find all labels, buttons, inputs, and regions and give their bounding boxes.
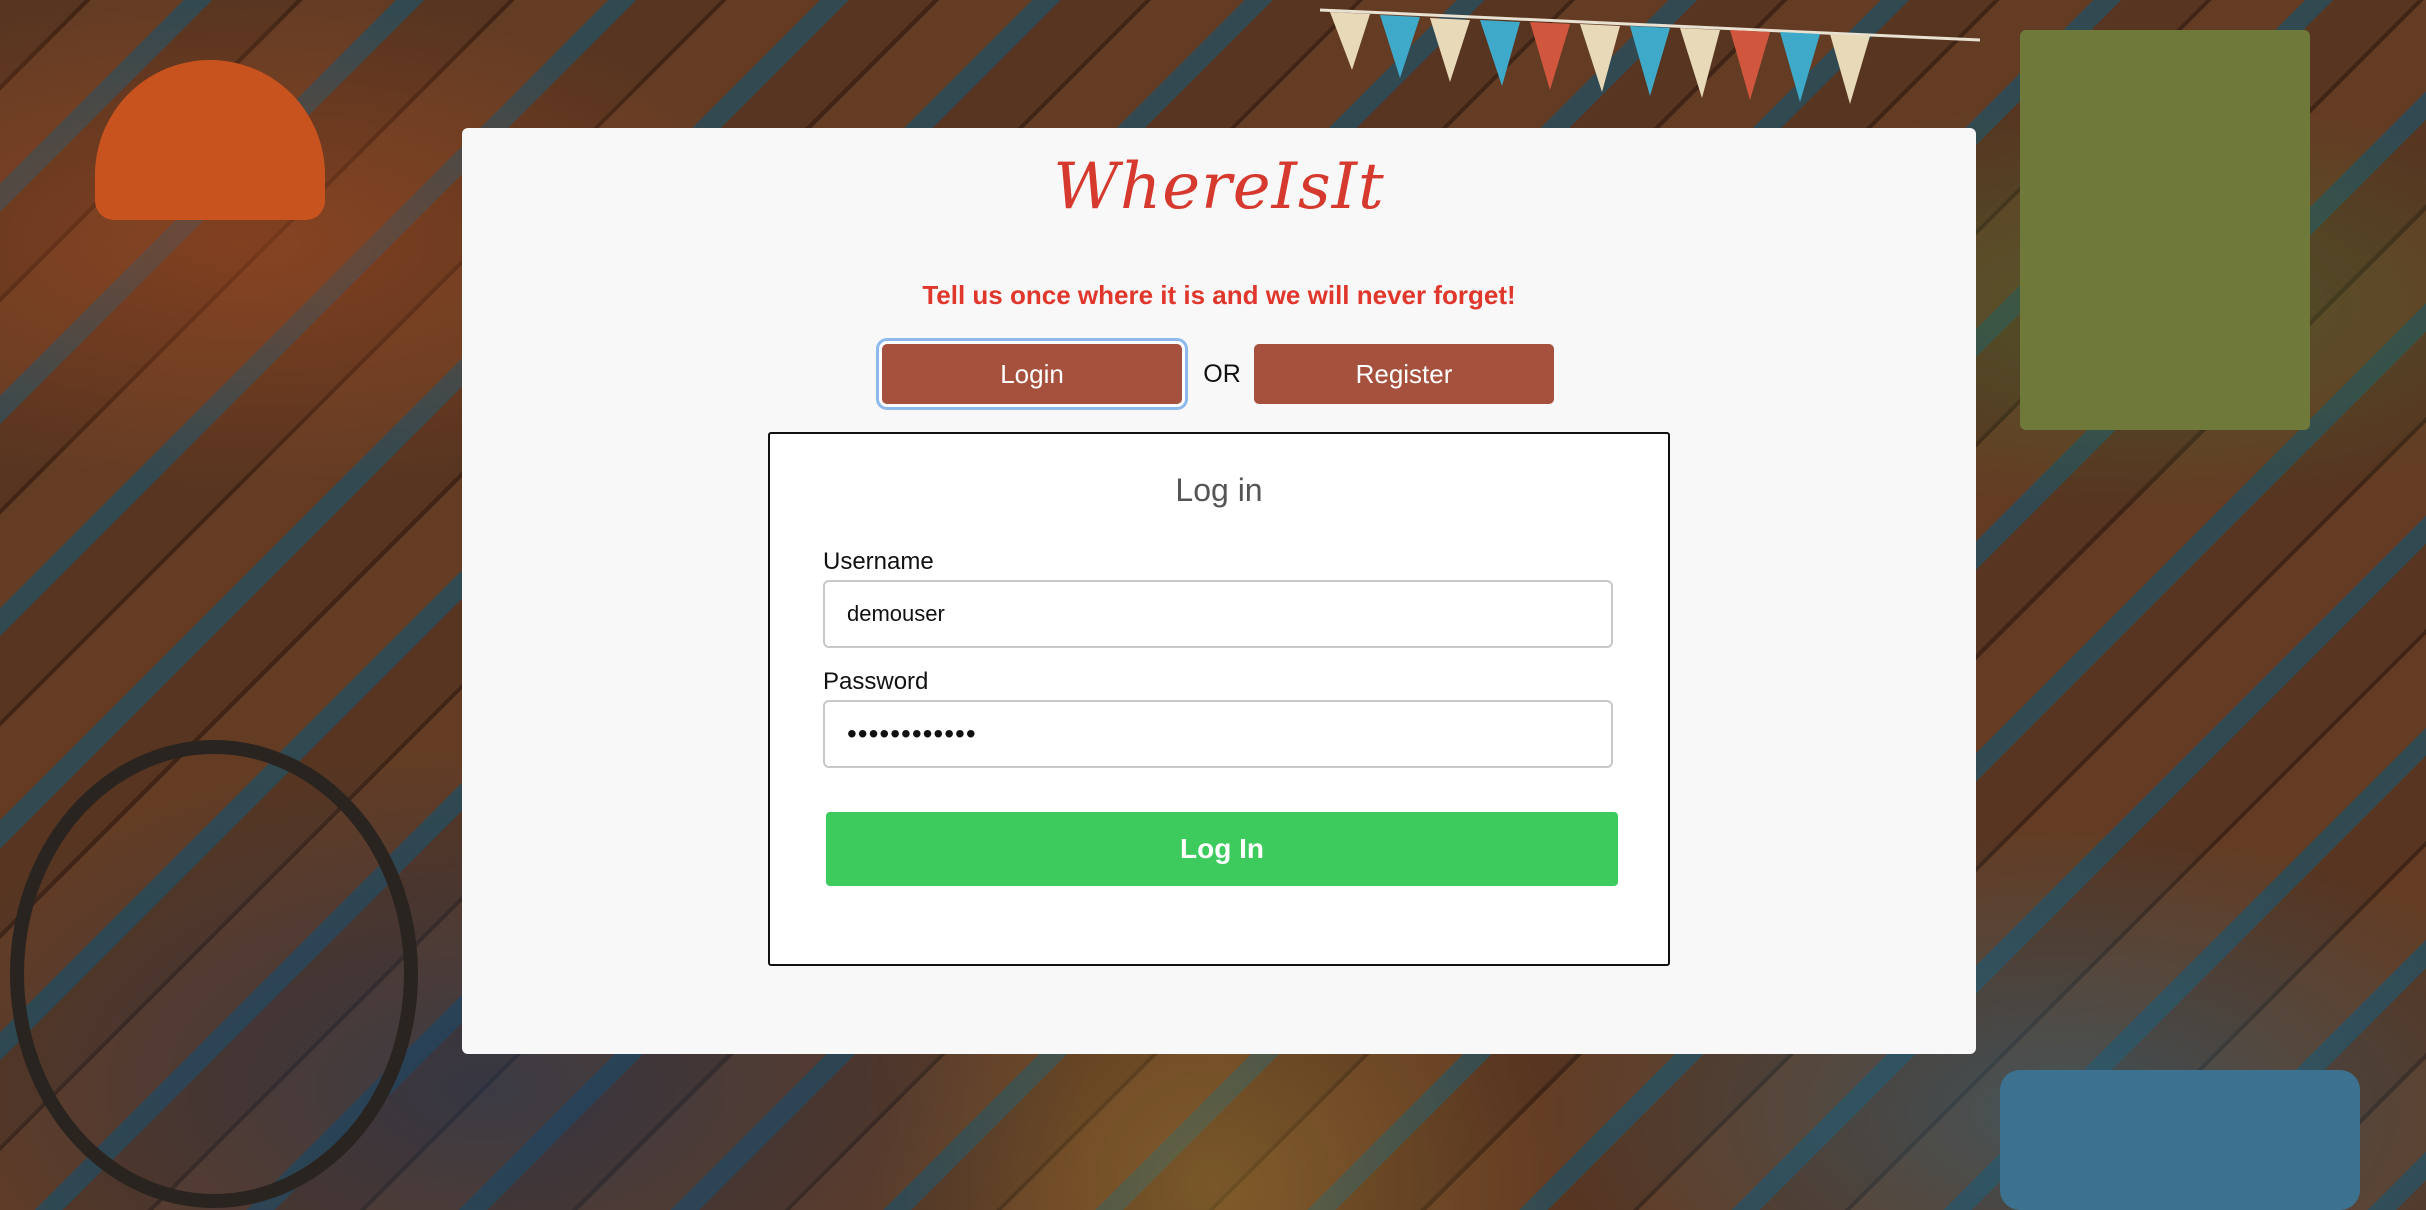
login-form-title: Log in [1175,472,1263,508]
username-label: Username [823,548,934,575]
bunting-decoration [1320,8,1980,104]
auth-tabs: Login OR Register [462,344,1976,408]
login-tab-button[interactable]: Login [882,344,1182,404]
wardrobe-decoration [2020,30,2310,430]
bicycle-wheel-decoration [10,740,418,1208]
suitcase-decoration [2000,1070,2360,1210]
password-input[interactable]: •••••••••••• [823,700,1613,768]
or-separator: OR [1203,360,1241,388]
main-card: WhereIsIt Tell us once where it is and w… [462,128,1976,1054]
password-label: Password [823,668,929,695]
tagline: Tell us once where it is and we will nev… [922,280,1516,310]
username-input[interactable]: demouser [823,580,1613,648]
register-tab-button[interactable]: Register [1254,344,1554,404]
app-logo: WhereIsIt [1053,150,1385,224]
login-form: Log in Username demouser Password ••••••… [768,432,1670,966]
login-submit-button[interactable]: Log In [826,812,1618,886]
